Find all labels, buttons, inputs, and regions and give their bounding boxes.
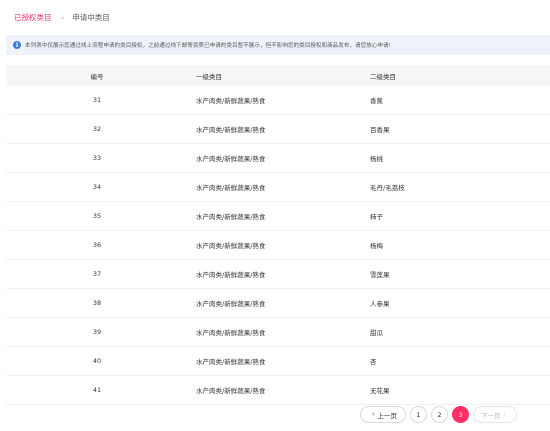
- cell-level2-category: 杏: [370, 358, 377, 366]
- table-row: 38 水产肉类/新鲜蔬果/熟食 人参果: [6, 289, 550, 318]
- next-page-label: 下一页: [481, 411, 501, 420]
- prev-page-button[interactable]: ‹ 上一页: [360, 406, 406, 423]
- cell-id: 40: [92, 357, 102, 365]
- table-row: 34 水产肉类/新鲜蔬果/熟食 毛丹/毛荔枝: [6, 173, 550, 202]
- table-body: 31 水产肉类/新鲜蔬果/熟食 香蕉 32 水产肉类/新鲜蔬果/熟食 百香果 33 水产肉类/…: [6, 86, 550, 405]
- chevron-right-icon: ›: [503, 411, 506, 418]
- cell-id: 33: [92, 154, 102, 162]
- page-2-button[interactable]: 2: [431, 406, 448, 423]
- cell-level2-category: 百香果: [370, 126, 390, 134]
- next-page-button[interactable]: 下一页 ›: [473, 406, 517, 423]
- category-table: 编号 一级类目 二级类目 31 水产肉类/新鲜蔬果/熟食 香蕉 32 水产肉类/新鲜蔬果…: [6, 65, 550, 405]
- page-3-button[interactable]: 3: [452, 406, 469, 423]
- table-row: 36 水产肉类/新鲜蔬果/熟食 杨梅: [6, 231, 550, 260]
- table-row: 41 水产肉类/新鲜蔬果/熟食 无花果: [6, 376, 550, 405]
- table-row: 33 水产肉类/新鲜蔬果/熟食 杨桃: [6, 144, 550, 173]
- cell-level1-category: 水产肉类/新鲜蔬果/熟食: [196, 213, 266, 221]
- cell-level1-category: 水产肉类/新鲜蔬果/熟食: [196, 97, 266, 105]
- prev-page-label: 上一页: [377, 411, 397, 420]
- cell-id: 39: [92, 328, 102, 336]
- cell-level2-category: 雪莲果: [370, 271, 390, 279]
- cell-level1-category: 水产肉类/新鲜蔬果/熟食: [196, 126, 266, 134]
- cell-level1-category: 水产肉类/新鲜蔬果/熟食: [196, 184, 266, 192]
- cell-level2-category: 香蕉: [370, 97, 383, 105]
- cell-level2-category: 柿子: [370, 213, 383, 221]
- cell-id: 31: [92, 96, 102, 104]
- notice-text: 本列表中仅展示您通过线上流程申请的类目授权，之前通过线下邮寄资质已申请的类目暂不…: [25, 43, 391, 49]
- header-id: 编号: [90, 72, 104, 81]
- chevron-left-icon: ‹: [372, 411, 375, 418]
- table-row: 35 水产肉类/新鲜蔬果/熟食 柿子: [6, 202, 550, 231]
- header-level1-category: 一级类目: [196, 72, 222, 81]
- cell-id: 41: [92, 386, 102, 394]
- cell-level1-category: 水产肉类/新鲜蔬果/熟食: [196, 155, 266, 163]
- table-row: 37 水产肉类/新鲜蔬果/熟食 雪莲果: [6, 260, 550, 289]
- cell-id: 37: [92, 270, 102, 278]
- category-tabs: 已授权类目 › 申请中类目: [14, 12, 110, 23]
- header-level2-category: 二级类目: [370, 72, 396, 81]
- cell-level1-category: 水产肉类/新鲜蔬果/熟食: [196, 300, 266, 308]
- cell-level2-category: 毛丹/毛荔枝: [370, 184, 405, 192]
- cell-level2-category: 甜瓜: [370, 329, 383, 337]
- cell-id: 34: [92, 183, 102, 191]
- tab-authorized-categories[interactable]: 已授权类目: [14, 12, 52, 23]
- cell-level1-category: 水产肉类/新鲜蔬果/熟食: [196, 387, 266, 395]
- table-row: 31 水产肉类/新鲜蔬果/熟食 香蕉: [6, 86, 550, 115]
- cell-level1-category: 水产肉类/新鲜蔬果/熟食: [196, 271, 266, 279]
- cell-level2-category: 杨桃: [370, 155, 383, 163]
- table-header: 编号 一级类目 二级类目: [6, 65, 550, 86]
- cell-level1-category: 水产肉类/新鲜蔬果/熟食: [196, 242, 266, 250]
- tab-pending-categories[interactable]: 申请中类目: [72, 12, 110, 23]
- pagination: ‹ 上一页 1 2 3 下一页 ›: [360, 406, 517, 423]
- page-1-button[interactable]: 1: [410, 406, 427, 423]
- table-row: 32 水产肉类/新鲜蔬果/熟食 百香果: [6, 115, 550, 144]
- notice-banner: i 本列表中仅展示您通过线上流程申请的类目授权，之前通过线下邮寄资质已申请的类目…: [6, 35, 550, 55]
- tab-separator-icon: ›: [61, 13, 65, 22]
- cell-id: 35: [92, 212, 102, 220]
- cell-id: 32: [92, 125, 102, 133]
- cell-id: 38: [92, 299, 102, 307]
- cell-level1-category: 水产肉类/新鲜蔬果/熟食: [196, 329, 266, 337]
- table-row: 40 水产肉类/新鲜蔬果/熟食 杏: [6, 347, 550, 376]
- cell-id: 36: [92, 241, 102, 249]
- cell-level2-category: 人参果: [370, 300, 390, 308]
- info-icon: i: [13, 41, 21, 49]
- cell-level2-category: 杨梅: [370, 242, 383, 250]
- cell-level1-category: 水产肉类/新鲜蔬果/熟食: [196, 358, 266, 366]
- cell-level2-category: 无花果: [370, 387, 390, 395]
- table-row: 39 水产肉类/新鲜蔬果/熟食 甜瓜: [6, 318, 550, 347]
